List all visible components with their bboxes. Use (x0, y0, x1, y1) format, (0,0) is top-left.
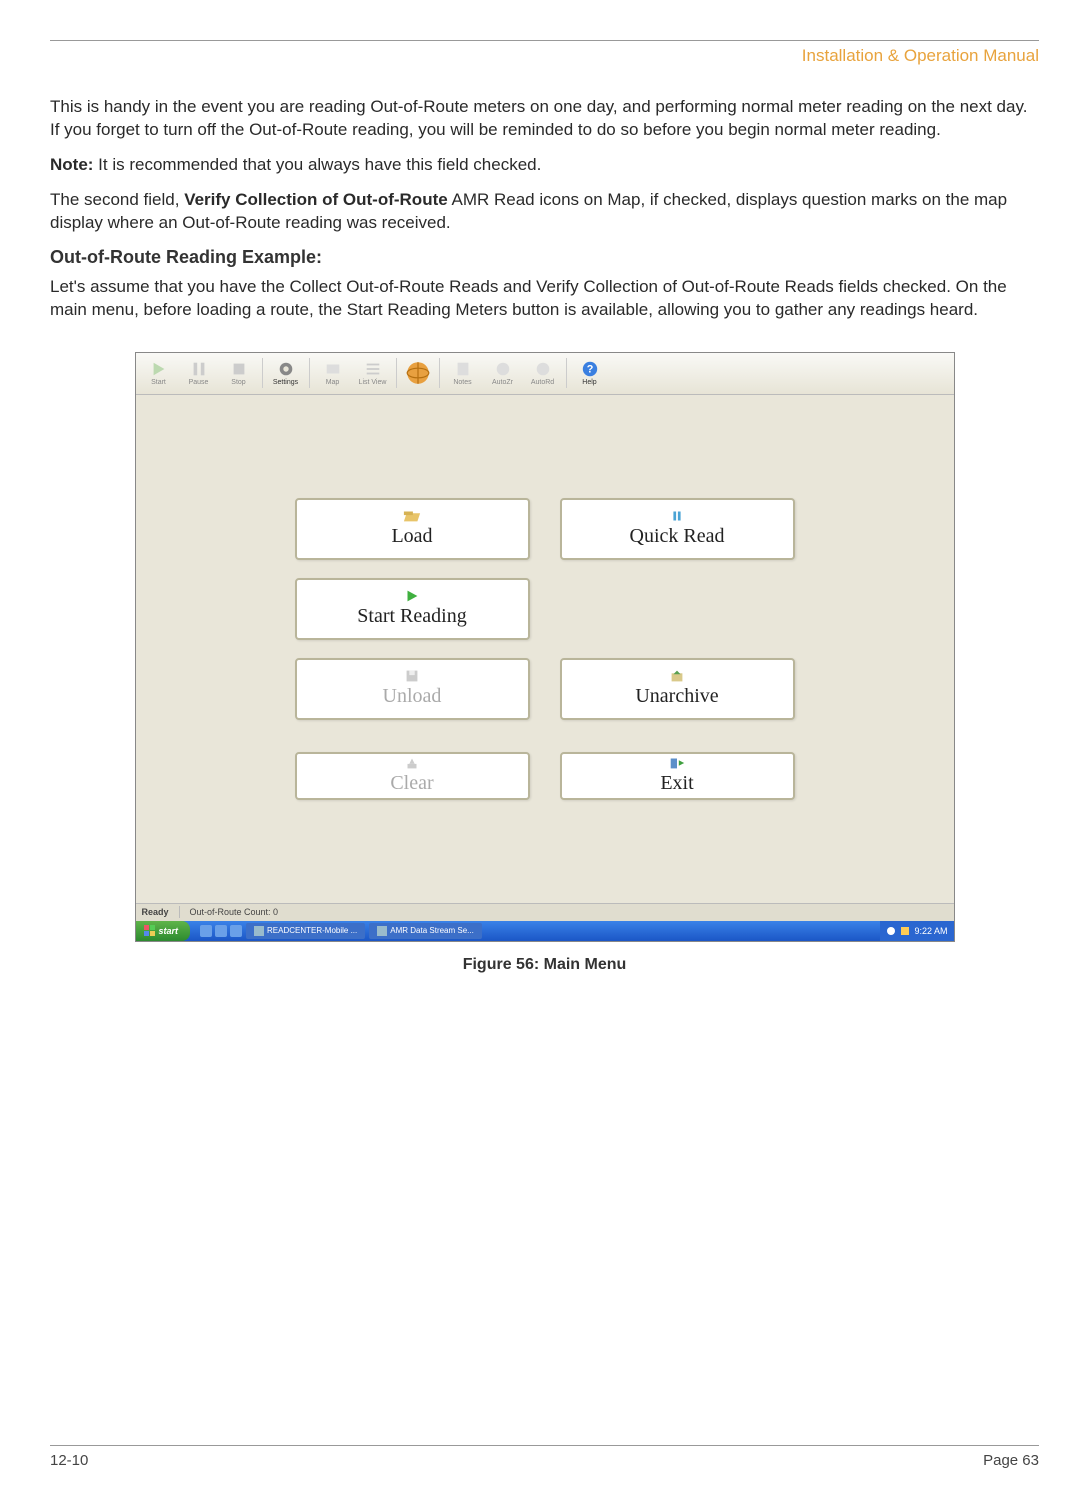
toolbar-autozr: AutoZr (484, 355, 522, 391)
stop-icon (230, 360, 248, 378)
verify-paragraph: The second field, Verify Collection of O… (50, 189, 1039, 235)
unarchive-button[interactable]: Unarchive (560, 658, 795, 720)
notes-icon (454, 360, 472, 378)
toolbar-stop: Stop (220, 355, 258, 391)
taskbar-task-2[interactable]: AMR Data Stream Se... (369, 923, 482, 939)
toolbar-notes: Notes (444, 355, 482, 391)
verify-bold: Verify Collection of Out-of-Route (184, 190, 448, 209)
autozr-icon (494, 360, 512, 378)
app-screenshot: Start Pause Stop Settings Map L (135, 352, 955, 942)
windows-icon (144, 925, 156, 937)
status-count: Out-of-Route Count: 0 (190, 907, 279, 917)
figure-caption: Figure 56: Main Menu (50, 956, 1039, 974)
toolbar-listview: List View (354, 355, 392, 391)
folder-open-icon (403, 509, 421, 523)
section-heading: Out-of-Route Reading Example: (50, 247, 1039, 268)
toolbar-map: Map (314, 355, 352, 391)
pause-icon (190, 360, 208, 378)
app-toolbar: Start Pause Stop Settings Map L (136, 353, 954, 395)
list-icon (364, 360, 382, 378)
help-icon: ? (581, 360, 599, 378)
app-icon (254, 926, 264, 936)
intro-paragraph: This is handy in the event you are readi… (50, 96, 1039, 142)
ql-icon[interactable] (215, 925, 227, 937)
header-title: Installation & Operation Manual (50, 46, 1039, 66)
note-text: It is recommended that you always have t… (93, 155, 541, 174)
quick-read-button[interactable]: Quick Read (560, 498, 795, 560)
play-icon (403, 589, 421, 603)
ql-icon[interactable] (200, 925, 212, 937)
map-icon (324, 360, 342, 378)
quick-read-icon (668, 509, 686, 523)
toolbar-start: Start (140, 355, 178, 391)
tray-icon[interactable] (886, 926, 896, 936)
save-icon (403, 669, 421, 683)
load-button[interactable]: Load (295, 498, 530, 560)
toolbar-globe[interactable] (401, 355, 435, 391)
exit-icon (668, 756, 686, 770)
toolbar-help[interactable]: ? Help (571, 355, 609, 391)
note-paragraph: Note: It is recommended that you always … (50, 154, 1039, 177)
unarchive-icon (668, 669, 686, 683)
note-label: Note: (50, 155, 93, 174)
tray-icon[interactable] (900, 926, 910, 936)
ql-icon[interactable] (230, 925, 242, 937)
main-panel: Load Quick Read Start Reading Unload (136, 395, 954, 903)
footer-left: 12-10 (50, 1452, 88, 1469)
autord-icon (534, 360, 552, 378)
taskbar: start READCENTER-Mobile ... AMR Data Str… (136, 921, 954, 941)
app-icon (377, 926, 387, 936)
toolbar-pause: Pause (180, 355, 218, 391)
play-icon (150, 360, 168, 378)
taskbar-task-1[interactable]: READCENTER-Mobile ... (246, 923, 365, 939)
globe-icon (406, 361, 430, 385)
svg-text:?: ? (586, 364, 593, 376)
clear-icon (403, 756, 421, 770)
toolbar-autord: AutoRd (524, 355, 562, 391)
quick-launch (200, 925, 242, 937)
start-reading-button[interactable]: Start Reading (295, 578, 530, 640)
gear-icon (277, 360, 295, 378)
toolbar-settings[interactable]: Settings (267, 355, 305, 391)
status-ready: Ready (142, 907, 169, 917)
clock: 9:22 AM (914, 926, 947, 936)
status-bar: Ready Out-of-Route Count: 0 (136, 903, 954, 921)
example-paragraph: Let's assume that you have the Collect O… (50, 276, 1039, 322)
unload-button: Unload (295, 658, 530, 720)
clear-button: Clear (295, 752, 530, 800)
start-menu-button[interactable]: start (136, 921, 191, 941)
system-tray: 9:22 AM (880, 921, 953, 941)
footer-right: Page 63 (983, 1452, 1039, 1469)
exit-button[interactable]: Exit (560, 752, 795, 800)
